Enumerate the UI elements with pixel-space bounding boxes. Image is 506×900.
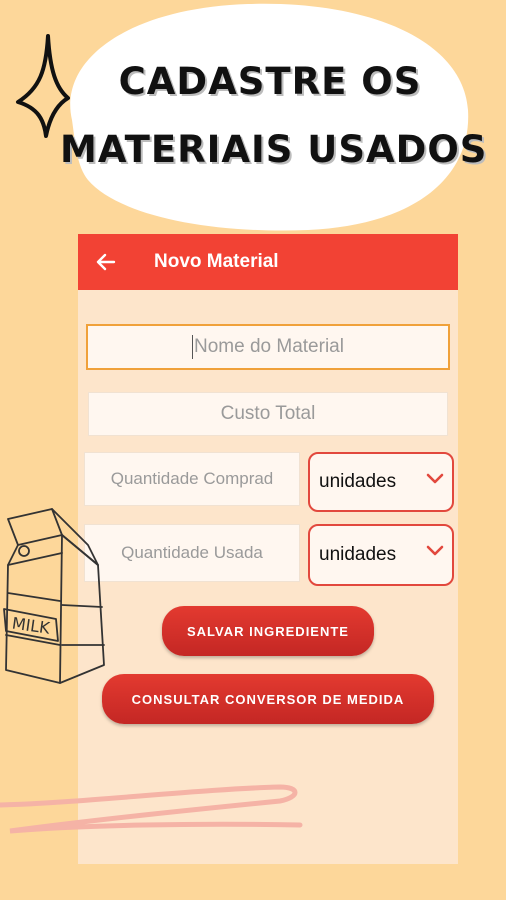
quantidade-usada-placeholder: Quantidade Usada <box>121 543 263 562</box>
headline-line-1: CADASTRE OS <box>118 60 422 103</box>
nome-material-input[interactable]: Nome do Material <box>86 324 450 370</box>
chevron-down-icon <box>426 545 444 556</box>
page-title: Novo Material <box>154 251 279 272</box>
quantidade-usada-input[interactable]: Quantidade Usada <box>84 524 300 582</box>
custo-total-input[interactable]: Custo Total <box>88 392 448 436</box>
quantidade-usada-unit-value: unidades <box>319 544 397 565</box>
salvar-ingrediente-button[interactable]: SALVAR INGREDIENTE <box>162 606 374 656</box>
arrow-left-icon[interactable] <box>94 250 118 274</box>
chevron-down-icon <box>426 473 444 484</box>
milk-carton-illustration: MILK <box>3 508 105 684</box>
headline-line-2: MATERIAIS USADOS <box>60 128 488 171</box>
quantidade-comprada-unit-select[interactable]: unidades <box>308 452 454 512</box>
quantidade-comprada-input[interactable]: Quantidade Comprad <box>84 452 300 506</box>
phone-screen: Novo Material Nome do Material Custo Tot… <box>78 234 458 864</box>
headline: CADASTRE OS MATERIAIS USADOS <box>60 48 488 184</box>
text-cursor <box>192 335 194 359</box>
scribble-decoration <box>0 784 303 834</box>
custo-total-placeholder: Custo Total <box>220 403 316 424</box>
app-bar: Novo Material <box>78 234 458 290</box>
quantidade-comprada-unit-value: unidades <box>319 471 397 492</box>
quantidade-comprada-placeholder: Quantidade Comprad <box>110 469 274 488</box>
quantidade-usada-unit-select[interactable]: unidades <box>308 524 454 586</box>
nome-material-placeholder: Nome do Material <box>194 336 344 357</box>
consultar-conversor-button[interactable]: CONSULTAR CONVERSOR DE MEDIDA <box>102 674 434 724</box>
milk-carton-text: MILK <box>11 614 52 638</box>
